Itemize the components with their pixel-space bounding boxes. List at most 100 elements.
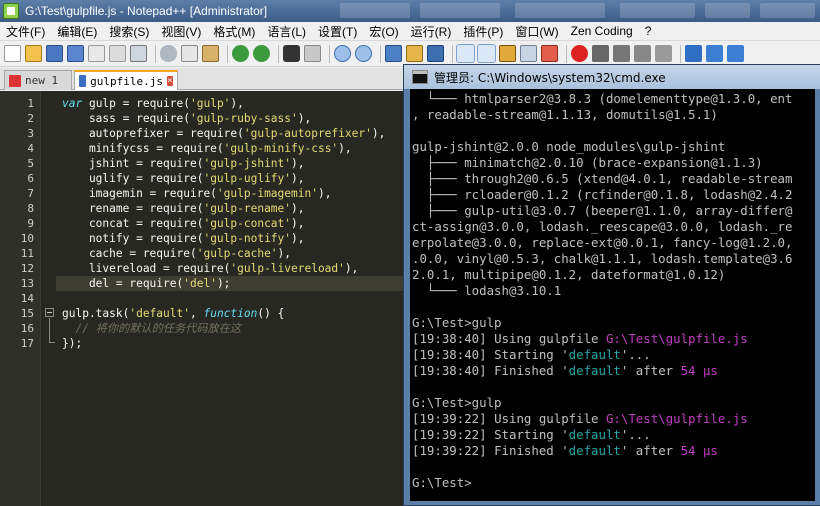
toolbar-separator bbox=[380, 44, 381, 63]
cmd-window[interactable]: 管理员: C:\Windows\system32\cmd.exe └─── ht… bbox=[403, 64, 820, 506]
folder-workspace-icon[interactable] bbox=[541, 45, 558, 62]
fold-line bbox=[49, 318, 50, 342]
function-list-icon[interactable] bbox=[520, 45, 537, 62]
menu-edit[interactable]: 编辑(E) bbox=[51, 23, 103, 40]
console-line: ├─── minimatch@2.0.10 (brace-expansion@1… bbox=[412, 155, 763, 170]
console-line: gulp-jshint@2.0.0 node_modules\gulp-jshi… bbox=[412, 139, 726, 154]
open-file-icon[interactable] bbox=[25, 45, 42, 62]
console-output[interactable]: └─── htmlparser2@3.8.3 (domelementtype@1… bbox=[410, 89, 815, 501]
play-macro-icon[interactable] bbox=[613, 45, 630, 62]
menu-language[interactable]: 语言(L) bbox=[261, 23, 312, 40]
code-line: autoprefixer = require('gulp-autoprefixe… bbox=[62, 127, 386, 140]
line-number: 1 bbox=[27, 97, 34, 110]
arrow-up-icon[interactable] bbox=[685, 45, 702, 62]
console-line: [19:39:22] Starting 'default'... bbox=[412, 427, 651, 442]
console-line: └─── htmlparser2@3.8.3 (domelementtype@1… bbox=[412, 91, 793, 106]
zoom-out-icon[interactable] bbox=[355, 45, 372, 62]
code-line: uglify = require('gulp-uglify'), bbox=[62, 172, 305, 185]
line-number: 16 bbox=[20, 322, 34, 335]
console-line: └─── lodash@3.10.1 bbox=[412, 283, 562, 298]
menu-format[interactable]: 格式(M) bbox=[207, 23, 261, 40]
toolbar-separator bbox=[278, 44, 279, 63]
save-macro-icon[interactable] bbox=[655, 45, 672, 62]
copy-icon[interactable] bbox=[181, 45, 198, 62]
console-line: erpolate@3.0.0, replace-ext@0.0.1, fancy… bbox=[412, 235, 793, 250]
menu-macro[interactable]: 宏(O) bbox=[363, 23, 404, 40]
console-line: ├─── rcloader@0.1.2 (rcfinder@0.1.8, lod… bbox=[412, 187, 793, 202]
redo-icon[interactable] bbox=[253, 45, 270, 62]
taskbar-blur bbox=[340, 3, 410, 18]
menu-file[interactable]: 文件(F) bbox=[0, 23, 51, 40]
tab-new-1[interactable]: new 1 bbox=[4, 70, 72, 90]
console-line: ├─── through2@0.6.5 (xtend@4.0.1, readab… bbox=[412, 171, 793, 186]
close-all-icon[interactable] bbox=[109, 45, 126, 62]
doc-map-icon[interactable] bbox=[499, 45, 516, 62]
save-all-icon[interactable] bbox=[67, 45, 84, 62]
code-line: concat = require('gulp-concat'), bbox=[62, 217, 305, 230]
code-line: // 将你的默认的任务代码放在这 bbox=[62, 322, 242, 335]
code-line: imagemin = require('gulp-imagemin'), bbox=[62, 187, 332, 200]
console-prompt[interactable]: G:\Test> bbox=[412, 475, 472, 491]
fold-toggle-icon[interactable] bbox=[45, 308, 54, 317]
new-file-icon[interactable] bbox=[4, 45, 21, 62]
menu-bar: 文件(F) 编辑(E) 搜索(S) 视图(V) 格式(M) 语言(L) 设置(T… bbox=[0, 22, 820, 41]
console-line: G:\Test>gulp bbox=[412, 315, 502, 330]
line-number: 5 bbox=[27, 157, 34, 170]
menu-plugins[interactable]: 插件(P) bbox=[457, 23, 509, 40]
arrow-up-alt-icon[interactable] bbox=[706, 45, 723, 62]
menu-help[interactable]: ? bbox=[639, 24, 658, 38]
line-number: 2 bbox=[27, 112, 34, 125]
replace-icon[interactable] bbox=[304, 45, 321, 62]
fold-end bbox=[49, 342, 55, 343]
cut-icon[interactable] bbox=[160, 45, 177, 62]
menu-settings[interactable]: 设置(T) bbox=[312, 23, 363, 40]
code-line: rename = require('gulp-rename'), bbox=[62, 202, 305, 215]
cmd-window-title: 管理员: C:\Windows\system32\cmd.exe bbox=[434, 70, 666, 85]
close-file-icon[interactable] bbox=[88, 45, 105, 62]
menu-search[interactable]: 搜索(S) bbox=[103, 23, 155, 40]
tab-gulpfile[interactable]: gulpfile.js × bbox=[74, 70, 178, 90]
cmd-title-bar[interactable]: 管理员: C:\Windows\system32\cmd.exe bbox=[404, 65, 820, 89]
code-editor[interactable]: 1 2 3 4 5 6 7 8 9 10 11 12 13 14 15 16 1… bbox=[0, 91, 404, 506]
menu-view[interactable]: 视图(V) bbox=[155, 23, 207, 40]
find-icon[interactable] bbox=[283, 45, 300, 62]
toolbar-separator bbox=[329, 44, 330, 63]
toolbar-separator bbox=[227, 44, 228, 63]
play-multiple-icon[interactable] bbox=[634, 45, 651, 62]
undo-icon[interactable] bbox=[232, 45, 249, 62]
taskbar-blur bbox=[420, 3, 500, 18]
current-code-line: del = require('del'); bbox=[56, 276, 404, 291]
arrow-down-icon[interactable] bbox=[727, 45, 744, 62]
saved-file-icon bbox=[79, 75, 87, 87]
console-line: .0.0, vinyl@0.5.3, chalk@1.1.1, lodash.t… bbox=[412, 251, 793, 266]
paste-icon[interactable] bbox=[202, 45, 219, 62]
menu-window[interactable]: 窗口(W) bbox=[509, 23, 564, 40]
code-line: minifycss = require('gulp-minify-css'), bbox=[62, 142, 352, 155]
code-line: gulp.task('default', function() { bbox=[62, 307, 285, 320]
line-number: 12 bbox=[20, 262, 34, 275]
console-line: [19:39:22] Using gulpfile G:\Test\gulpfi… bbox=[412, 411, 748, 426]
code-line: notify = require('gulp-notify'), bbox=[62, 232, 305, 245]
record-macro-icon[interactable] bbox=[571, 45, 588, 62]
close-tab-icon[interactable]: × bbox=[167, 76, 173, 86]
indent-guide-icon[interactable] bbox=[477, 44, 496, 63]
line-number: 10 bbox=[20, 232, 34, 245]
show-all-chars-icon[interactable] bbox=[456, 44, 475, 63]
fold-margin bbox=[40, 91, 55, 506]
code-line: cache = require('gulp-cache'), bbox=[62, 247, 292, 260]
save-icon[interactable] bbox=[46, 45, 63, 62]
code-line: livereload = require('gulp-livereload'), bbox=[62, 262, 359, 275]
menu-zen-coding[interactable]: Zen Coding bbox=[565, 24, 639, 38]
console-line: [19:38:40] Using gulpfile G:\Test\gulpfi… bbox=[412, 331, 748, 346]
line-number-gutter: 1 2 3 4 5 6 7 8 9 10 11 12 13 14 15 16 1… bbox=[0, 91, 40, 506]
sync-scroll-v-icon[interactable] bbox=[385, 45, 402, 62]
sync-scroll-h-icon[interactable] bbox=[406, 45, 423, 62]
zoom-in-icon[interactable] bbox=[334, 45, 351, 62]
taskbar-blur bbox=[620, 3, 695, 18]
console-line: ct-assign@3.0.0, lodash._reescape@3.0.0,… bbox=[412, 219, 793, 234]
print-icon[interactable] bbox=[130, 45, 147, 62]
console-line: 2.0.1, multipipe@0.1.2, dateformat@1.0.1… bbox=[412, 267, 726, 282]
word-wrap-icon[interactable] bbox=[427, 45, 444, 62]
menu-run[interactable]: 运行(R) bbox=[405, 23, 458, 40]
stop-macro-icon[interactable] bbox=[592, 45, 609, 62]
